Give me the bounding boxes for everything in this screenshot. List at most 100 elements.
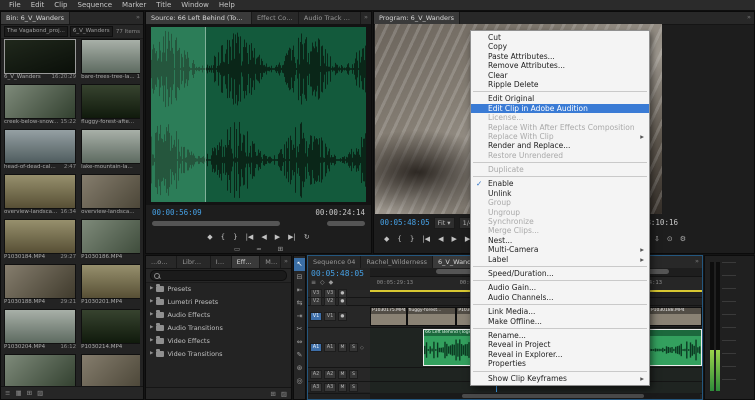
- add-marker-button[interactable]: ◆: [384, 235, 389, 243]
- snap-icon[interactable]: ◇: [320, 279, 325, 286]
- step-back-button[interactable]: ◀: [261, 233, 266, 241]
- insert-mode-icon[interactable]: ≡: [311, 279, 316, 286]
- twirl-icon[interactable]: ▶: [150, 338, 153, 343]
- zoom-tool[interactable]: ◎: [294, 375, 305, 388]
- context-menu-item-audio-channels[interactable]: Audio Channels...: [471, 293, 649, 302]
- selection-tool[interactable]: ↖: [294, 258, 305, 271]
- bin-clip[interactable]: P1030184.MP429:27: [4, 219, 76, 261]
- track-header-a3[interactable]: A3A3MS: [308, 382, 370, 394]
- context-menu-item-speed-duration[interactable]: Speed/Duration...: [471, 269, 649, 278]
- drag-audio-icon[interactable]: ≈: [256, 245, 261, 253]
- mark-out-button[interactable]: }: [410, 235, 414, 243]
- context-menu-item-reveal-in-project[interactable]: Reveal in Project: [471, 340, 649, 349]
- bin-clip[interactable]: P1030225.MP416:12: [4, 354, 76, 386]
- twirl-icon[interactable]: ▶: [150, 286, 153, 291]
- bin-clip[interactable]: overview-landsca...16:05: [81, 174, 140, 216]
- step-back-button[interactable]: ◀: [438, 235, 443, 243]
- bin-clip[interactable]: P1030204.MP416:12: [4, 309, 76, 351]
- play-button[interactable]: ▶: [275, 233, 280, 241]
- effects-group-audio-transitions[interactable]: ▶Audio Transitions: [146, 321, 291, 334]
- add-marker-button[interactable]: ◆: [207, 233, 212, 241]
- menubar-marker[interactable]: Marker: [117, 1, 151, 9]
- fit-dropdown[interactable]: Fit ▾: [434, 217, 455, 229]
- context-menu-item-paste-attributes[interactable]: Paste Attributes...: [471, 52, 649, 61]
- source-patch-v2[interactable]: V2: [310, 297, 322, 306]
- program-tab-program-6-v-wanders[interactable]: Program: 6_V_Wanders: [374, 12, 460, 24]
- drag-video-icon[interactable]: ▭: [234, 245, 240, 253]
- slip-tool[interactable]: ⇔: [294, 336, 305, 349]
- menubar-window[interactable]: Window: [176, 1, 214, 9]
- zoom-scroll-handle[interactable]: [152, 221, 280, 226]
- mark-in-button[interactable]: {: [397, 235, 401, 243]
- twirl-icon[interactable]: ▶: [150, 325, 153, 330]
- context-menu-item-properties[interactable]: Properties: [471, 359, 649, 368]
- thumbnail-view-icon[interactable]: ▦: [15, 389, 21, 397]
- timeline-clip[interactable]: P1030175.MP4: [370, 307, 407, 326]
- zoom-scroll-handle-2[interactable]: [327, 221, 365, 226]
- context-menu-item-unlink[interactable]: Unlink: [471, 189, 649, 198]
- source-patch-a3[interactable]: A3: [310, 383, 322, 392]
- mute-button[interactable]: M: [338, 343, 347, 352]
- track-output-toggle[interactable]: ●: [338, 297, 347, 306]
- effects-tab-panel-menu-icon[interactable]: »: [281, 256, 291, 268]
- keyframe-icon[interactable]: ◇: [360, 345, 364, 351]
- source-waveform-area[interactable]: [146, 24, 371, 205]
- source-patch-a2[interactable]: A2: [310, 370, 322, 379]
- effects-tab-mar[interactable]: Mar: [260, 256, 281, 268]
- timeline-tab-sequence-04[interactable]: Sequence 04: [308, 256, 361, 268]
- effects-tab-owser[interactable]: ...owser: [146, 256, 177, 268]
- timeline-clip[interactable]: P1030188.MP4: [649, 307, 702, 326]
- bin-tab-panel-menu-icon[interactable]: »: [133, 12, 143, 24]
- context-menu-item-make-offline[interactable]: Make Offline...: [471, 317, 649, 326]
- effects-tab-info[interactable]: Info: [211, 256, 232, 268]
- solo-button[interactable]: S: [349, 383, 358, 392]
- timeline-tab-panel-menu-icon[interactable]: »: [692, 256, 702, 268]
- menubar-clip[interactable]: Clip: [49, 1, 72, 9]
- mark-in-button[interactable]: {: [221, 233, 225, 241]
- delete-icon[interactable]: ▨: [37, 389, 43, 397]
- source-tab-audio-track-mixer[interactable]: Audio Track Mixer: ...: [299, 12, 361, 24]
- context-menu-item-edit-clip-in-adobe-audition[interactable]: Edit Clip in Adobe Audition: [471, 104, 649, 113]
- context-menu-item-clear[interactable]: Clear: [471, 71, 649, 80]
- bin-tab-bin-6-v-wanders[interactable]: Bin: 6_V_Wanders: [1, 12, 70, 24]
- menubar-title[interactable]: Title: [151, 1, 176, 9]
- rate-stretch-tool[interactable]: ⇥: [294, 310, 305, 323]
- breadcrumb-current[interactable]: 6_V_Wanders: [70, 26, 113, 37]
- track-header-a2[interactable]: A2A2MS: [308, 368, 370, 382]
- loop-button[interactable]: ↻: [304, 233, 310, 241]
- source-tab-panel-menu-icon[interactable]: »: [361, 12, 371, 24]
- source-zoom-bar[interactable]: [152, 221, 365, 227]
- effects-group-lumetri-presets[interactable]: ▶Lumetri Presets: [146, 295, 291, 308]
- source-tab-effect-controls[interactable]: Effect Controls: [252, 12, 299, 24]
- context-menu-item-link-media[interactable]: Link Media...: [471, 307, 649, 316]
- effects-group-video-transitions[interactable]: ▶Video Transitions: [146, 347, 291, 360]
- twirl-icon[interactable]: ▶: [150, 351, 153, 356]
- step-forward-button[interactable]: ▶|: [288, 233, 296, 241]
- pen-tool[interactable]: ✎: [294, 349, 305, 362]
- settings-icon[interactable]: ⚙: [680, 235, 686, 243]
- context-menu-item-render-and-replace[interactable]: Render and Replace...: [471, 141, 649, 150]
- delete-icon[interactable]: ▨: [281, 390, 287, 398]
- breadcrumb-root[interactable]: The Vagabond_proj...: [4, 26, 68, 37]
- bin-clip[interactable]: overview-landsca...16:34: [4, 174, 76, 216]
- track-select-tool[interactable]: ⊟: [294, 271, 305, 284]
- menubar-help[interactable]: Help: [214, 1, 240, 9]
- context-menu-item-cut[interactable]: Cut: [471, 33, 649, 42]
- context-menu-item-reveal-in-explorer[interactable]: Reveal in Explorer...: [471, 350, 649, 359]
- context-menu-item-show-clip-keyframes[interactable]: Show Clip Keyframes▸: [471, 374, 649, 383]
- mute-button[interactable]: M: [338, 370, 347, 379]
- source-patch-v1[interactable]: V1: [310, 312, 322, 321]
- program-tab-panel-menu-icon[interactable]: »: [744, 12, 754, 24]
- effects-group-audio-effects[interactable]: ▶Audio Effects: [146, 308, 291, 321]
- effects-tab-libraries[interactable]: Libraries: [177, 256, 210, 268]
- menubar-sequence[interactable]: Sequence: [73, 1, 118, 9]
- timeline-tab-rachel-wilderness[interactable]: Rachel_Wilderness: [361, 256, 433, 268]
- new-bin-icon[interactable]: ⊞: [27, 389, 32, 397]
- twirl-icon[interactable]: ▶: [150, 299, 153, 304]
- solo-button[interactable]: S: [349, 343, 358, 352]
- bin-clip[interactable]: fluggy-forest-afte...16:44: [81, 84, 140, 126]
- in-out-selection[interactable]: [151, 27, 206, 202]
- context-menu-item-edit-original[interactable]: Edit Original: [471, 94, 649, 103]
- hand-tool[interactable]: ⊛: [294, 362, 305, 375]
- context-menu-item-multi-camera[interactable]: Multi-Camera▸: [471, 245, 649, 254]
